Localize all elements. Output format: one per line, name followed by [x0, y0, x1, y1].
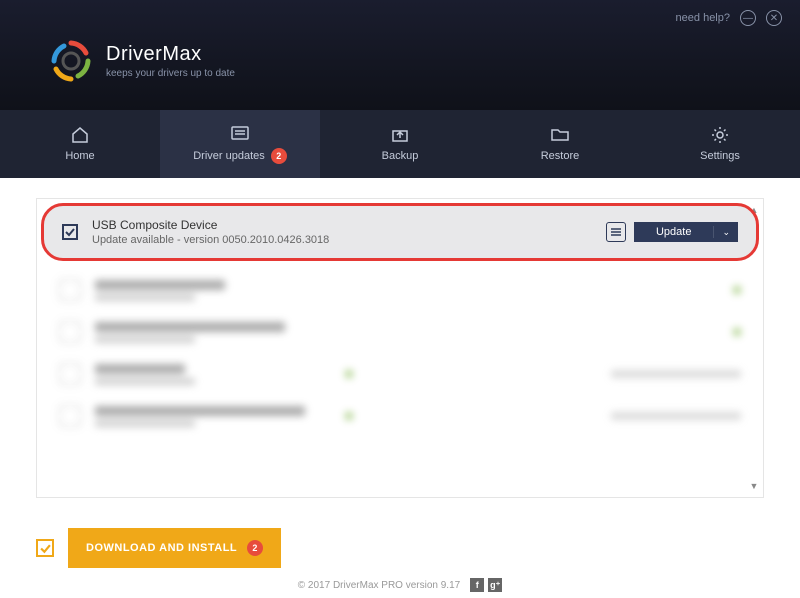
chevron-down-icon[interactable]: ⌄	[714, 227, 738, 238]
driver-title: USB Composite Device	[92, 218, 592, 232]
nav-updates-label: Driver updates	[193, 150, 265, 162]
driver-row	[37, 269, 763, 311]
main-nav: Home Driver updates 2 Backup Restore Sett…	[0, 110, 800, 178]
nav-home[interactable]: Home	[0, 110, 160, 178]
driver-row	[37, 395, 763, 437]
nav-home-label: Home	[65, 150, 94, 162]
download-badge: 2	[247, 540, 263, 556]
driver-row-featured[interactable]: USB Composite Device Update available - …	[41, 203, 759, 261]
updates-icon	[230, 124, 250, 142]
gear-icon	[710, 126, 730, 144]
footer: © 2017 DriverMax PRO version 9.17 f g⁺	[0, 568, 800, 598]
close-button[interactable]: ✕	[766, 10, 782, 26]
nav-settings[interactable]: Settings	[640, 110, 800, 178]
updates-badge: 2	[271, 148, 287, 164]
scroll-down-icon[interactable]: ▼	[750, 481, 759, 491]
driver-row	[37, 353, 763, 395]
copyright-text: © 2017 DriverMax PRO version 9.17	[298, 580, 460, 591]
minimize-button[interactable]: —	[740, 10, 756, 26]
blurred-driver-rows	[37, 265, 763, 441]
nav-backup-label: Backup	[382, 150, 419, 162]
logo-icon	[50, 40, 92, 82]
brand-title: DriverMax	[106, 43, 235, 66]
nav-backup[interactable]: Backup	[320, 110, 480, 178]
info-icon[interactable]	[606, 222, 626, 242]
download-button-label: DOWNLOAD AND INSTALL	[86, 542, 237, 554]
driver-list: USB Composite Device Update available - …	[36, 198, 764, 498]
facebook-icon[interactable]: f	[470, 578, 484, 592]
driver-subtitle: Update available - version 0050.2010.042…	[92, 234, 592, 246]
driver-row	[37, 311, 763, 353]
help-link[interactable]: need help?	[676, 12, 730, 24]
download-install-button[interactable]: DOWNLOAD AND INSTALL 2	[68, 528, 281, 568]
home-icon	[70, 126, 90, 144]
brand-subtitle: keeps your drivers up to date	[106, 68, 235, 79]
nav-settings-label: Settings	[700, 150, 740, 162]
brand: DriverMax keeps your drivers up to date	[50, 40, 235, 82]
update-button-label: Update	[634, 226, 714, 238]
nav-restore-label: Restore	[541, 150, 580, 162]
update-button[interactable]: Update ⌄	[634, 222, 738, 242]
nav-restore[interactable]: Restore	[480, 110, 640, 178]
nav-driver-updates[interactable]: Driver updates 2	[160, 110, 320, 178]
restore-icon	[550, 126, 570, 144]
select-all-checkbox[interactable]	[36, 539, 54, 557]
googleplus-icon[interactable]: g⁺	[488, 578, 502, 592]
backup-icon	[390, 126, 410, 144]
row-checkbox[interactable]	[62, 224, 78, 240]
